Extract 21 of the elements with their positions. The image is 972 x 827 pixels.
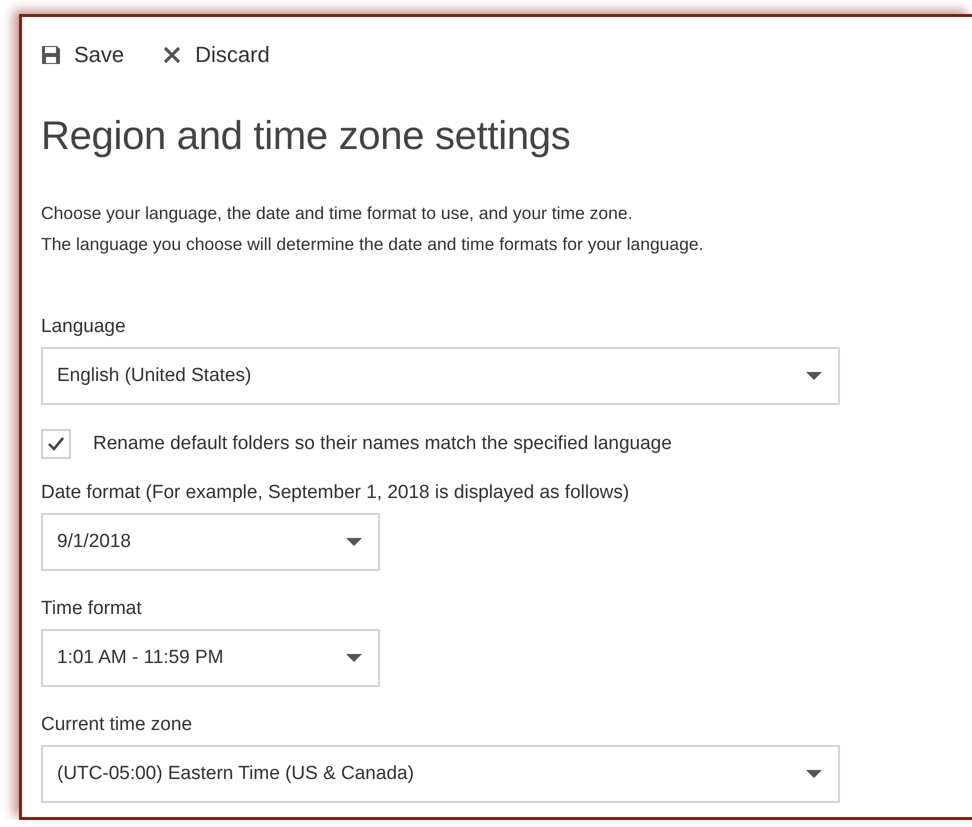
save-button[interactable]: Save [41, 37, 124, 73]
description-text: The language you choose will determine the date and time formats for your language. [41, 233, 704, 256]
description-text: Choose your language, the date and time format to use, and your time zone. [41, 202, 634, 225]
caret-icon [806, 372, 822, 380]
save-icon [41, 45, 61, 65]
field-label: Time format [41, 597, 143, 621]
dropdown[interactable]: 1:01 AM - 11:59 PM [41, 629, 380, 687]
discard-button[interactable]: Discard [162, 37, 270, 73]
field-label: Language [41, 315, 127, 339]
caret-icon [346, 654, 362, 662]
page-title: Region and time zone settings [41, 114, 572, 159]
field-label: Current time zone [41, 713, 194, 737]
caret-icon [806, 770, 822, 778]
dropdown[interactable]: English (United States) [41, 347, 840, 405]
dropdown[interactable]: 9/1/2018 [41, 513, 380, 571]
checkbox-label: Rename default folders so their names match the specified language [93, 433, 672, 455]
checkbox[interactable] [41, 429, 71, 459]
caret-icon [346, 538, 362, 546]
close-icon [162, 45, 182, 65]
field-label: Date format (For example, September 1, 2018 is displayed as follows) [41, 481, 630, 505]
dropdown[interactable]: (UTC-05:00) Eastern Time (US & Canada) [41, 745, 840, 803]
